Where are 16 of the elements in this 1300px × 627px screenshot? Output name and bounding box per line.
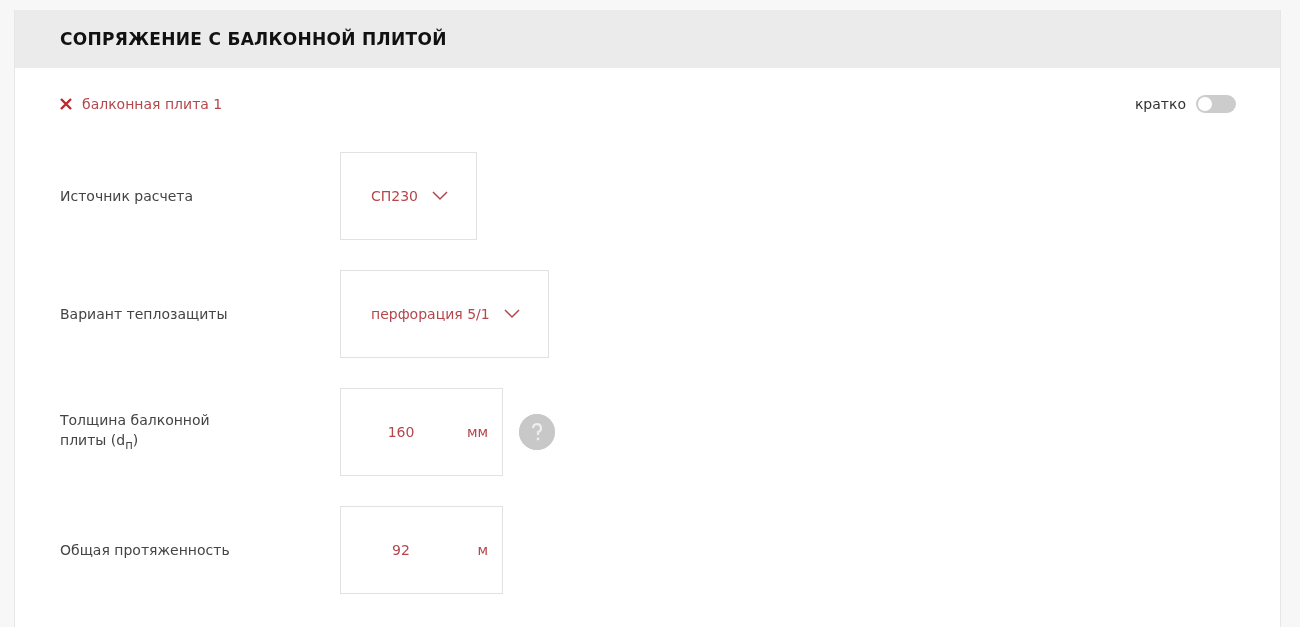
- item-label: балконная плита 1: [82, 96, 223, 112]
- close-icon[interactable]: [60, 98, 72, 110]
- field-label: Общая протяженность: [60, 540, 231, 560]
- field-label: Источник расчета: [60, 186, 195, 206]
- toggle-label: кратко: [1134, 96, 1186, 112]
- field-label: Вариант теплозащиты: [60, 304, 229, 324]
- help-icon[interactable]: [519, 414, 555, 450]
- section-title: СОПРЯЖЕНИЕ С БАЛКОННОЙ ПЛИТОЙ: [60, 29, 447, 49]
- toggle-switch[interactable]: [1196, 95, 1236, 113]
- chevron-down-icon: [432, 191, 449, 201]
- input-field[interactable]: 160 мм: [340, 388, 503, 476]
- input-field[interactable]: 92 м: [340, 506, 503, 594]
- select-dropdown[interactable]: перфорация 5/1: [340, 270, 549, 358]
- field-label: Толщина балконной плиты (d$_{п}$): [60, 411, 211, 454]
- select-dropdown[interactable]: СП230: [340, 152, 478, 240]
- chevron-down-icon: [503, 309, 520, 319]
